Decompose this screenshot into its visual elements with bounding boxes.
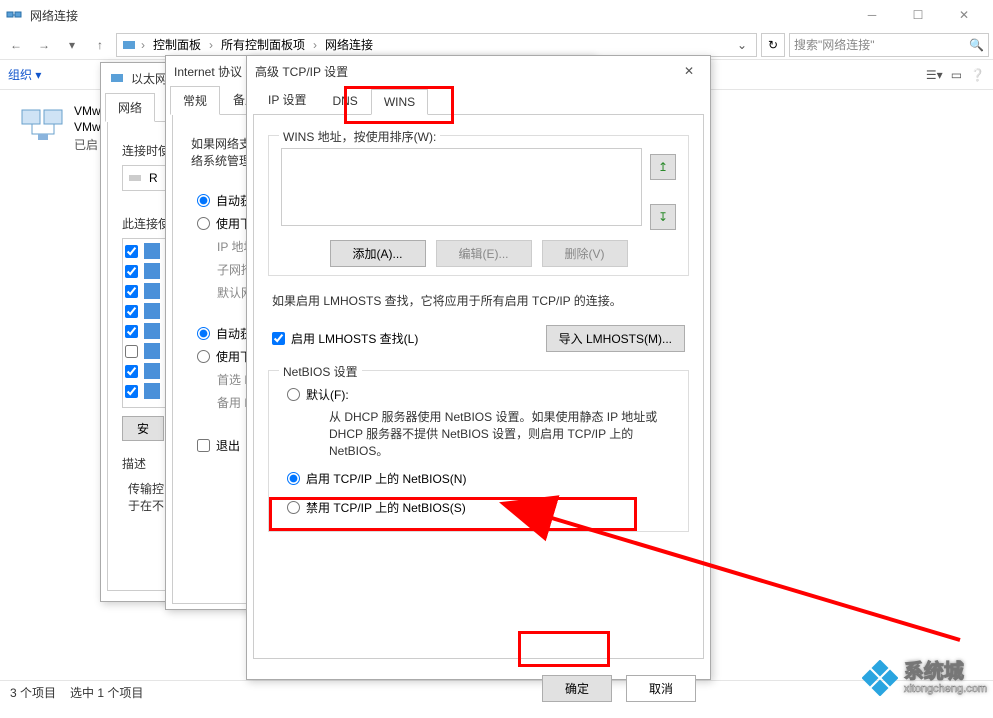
radio-netbios-default[interactable]: 默认(F): [281, 383, 676, 406]
address-dropdown[interactable]: ⌄ [732, 38, 752, 52]
nav-back[interactable]: ← [4, 33, 28, 57]
lmhosts-info: 如果启用 LMHOSTS 查找，它将应用于所有启用 TCP/IP 的连接。 [268, 282, 689, 319]
netbios-label: NetBIOS 设置 [279, 363, 362, 380]
arrow-down-icon: ↧ [658, 210, 668, 224]
enable-lmhosts-checkbox[interactable]: 启用 LMHOSTS 查找(L) [272, 330, 418, 347]
adapter-icon [127, 170, 143, 186]
protocol-icon [144, 323, 160, 339]
organize-button[interactable]: 组织 ▾ [8, 66, 41, 83]
add-button[interactable]: 添加(A)... [330, 240, 426, 267]
breadcrumb[interactable]: 所有控制面板项 [217, 36, 309, 53]
watermark: 系统城 xitongcheng.com [862, 660, 987, 696]
tab-general[interactable]: 常规 [170, 86, 220, 115]
tab-dns[interactable]: DNS [319, 88, 370, 114]
wins-address-list[interactable] [281, 148, 642, 226]
dialog-title: 高级 TCP/IP 设置 [255, 63, 676, 80]
tab-ip-settings[interactable]: IP 设置 [255, 85, 319, 114]
address-bar[interactable]: › 控制面板 › 所有控制面板项 › 网络连接 ⌄ [116, 33, 757, 57]
tab-network[interactable]: 网络 [105, 93, 155, 122]
selected-count: 选中 1 个项目 [70, 684, 143, 701]
arrow-up-icon: ↥ [658, 160, 668, 174]
protocol-icon [144, 263, 160, 279]
breadcrumb-sep: › [141, 38, 145, 52]
protocol-icon [144, 363, 160, 379]
network-icon [6, 7, 22, 23]
search-icon: 🔍 [969, 38, 984, 52]
help-icon[interactable]: ❔ [970, 68, 985, 82]
move-up-button[interactable]: ↥ [650, 154, 676, 180]
cancel-button[interactable]: 取消 [626, 675, 696, 702]
ethernet-icon [109, 70, 125, 86]
maximize-button[interactable]: ☐ [895, 0, 941, 30]
item-count: 3 个项目 [10, 684, 56, 701]
ok-button[interactable]: 确定 [542, 675, 612, 702]
tab-wins[interactable]: WINS [371, 89, 428, 115]
install-button[interactable]: 安 [122, 416, 164, 441]
watermark-icon [862, 660, 898, 696]
close-button[interactable]: ✕ [941, 0, 987, 30]
refresh-button[interactable]: ↻ [761, 33, 785, 57]
network-icon [121, 37, 137, 53]
radio-netbios-enable[interactable]: 启用 TCP/IP 上的 NetBIOS(N) [281, 467, 676, 490]
explorer-titlebar: 网络连接 ─ ☐ ✕ [0, 0, 993, 30]
breadcrumb[interactable]: 网络连接 [321, 36, 377, 53]
preview-icon[interactable]: ▭ [951, 68, 962, 82]
adapter-icon [18, 104, 66, 144]
window-title: 网络连接 [30, 7, 849, 24]
minimize-button[interactable]: ─ [849, 0, 895, 30]
import-lmhosts-button[interactable]: 导入 LMHOSTS(M)... [546, 325, 685, 352]
protocol-icon [144, 243, 160, 259]
close-button[interactable]: ✕ [676, 58, 702, 84]
nav-forward[interactable]: → [32, 33, 56, 57]
move-down-button[interactable]: ↧ [650, 204, 676, 230]
radio-netbios-disable[interactable]: 禁用 TCP/IP 上的 NetBIOS(S) [281, 496, 676, 519]
view-icon[interactable]: ☰▾ [926, 68, 943, 82]
protocol-icon [144, 283, 160, 299]
nav-up[interactable]: ↑ [88, 33, 112, 57]
protocol-icon [144, 303, 160, 319]
wins-address-label: WINS 地址，按使用排序(W): [279, 128, 440, 145]
nav-history-dropdown[interactable]: ▾ [60, 33, 84, 57]
breadcrumb[interactable]: 控制面板 [149, 36, 205, 53]
connection-name: VMw [74, 104, 101, 118]
protocol-icon [144, 343, 160, 359]
edit-button[interactable]: 编辑(E)... [436, 240, 532, 267]
advanced-tcpip-dialog: 高级 TCP/IP 设置 ✕ IP 设置 DNS WINS WINS 地址，按使… [246, 55, 711, 680]
search-input[interactable]: 搜索"网络连接" 🔍 [789, 33, 989, 57]
protocol-icon [144, 383, 160, 399]
remove-button[interactable]: 删除(V) [542, 240, 628, 267]
